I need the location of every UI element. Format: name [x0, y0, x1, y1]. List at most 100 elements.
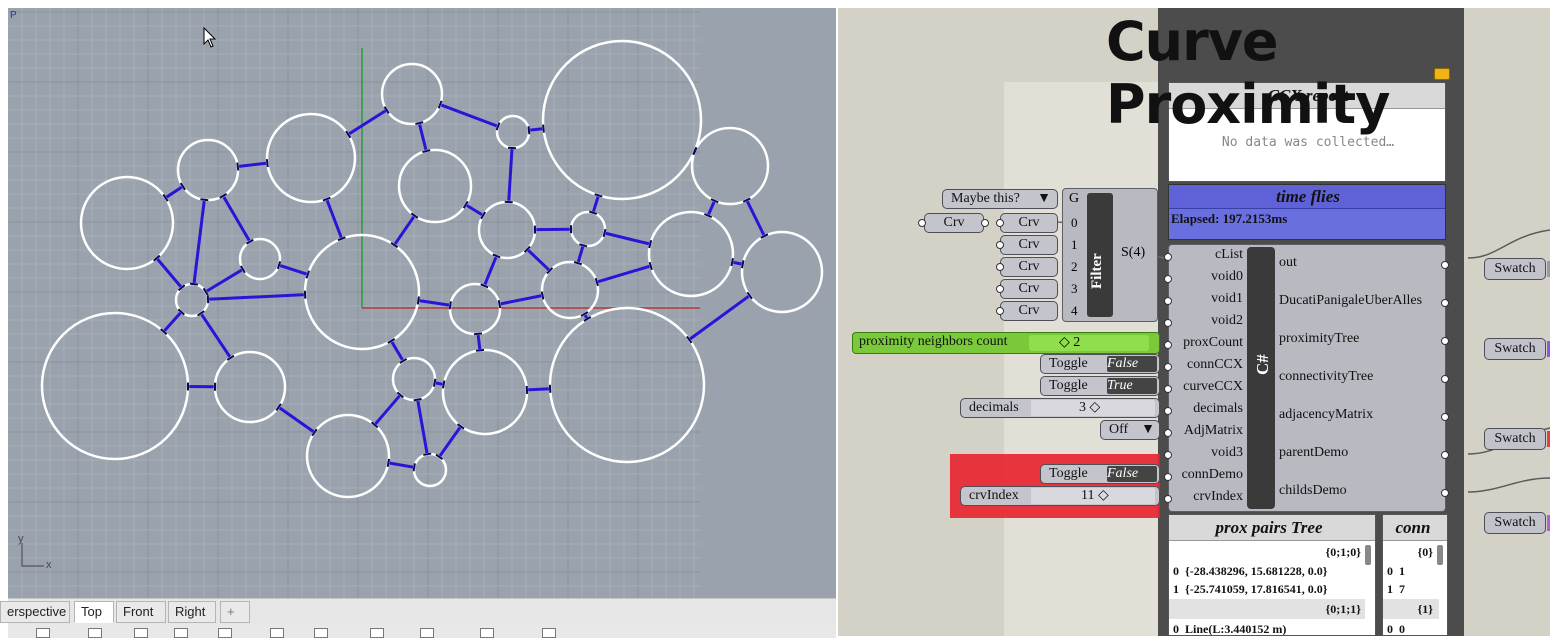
csharp-output-proximityTree[interactable]: proximityTree — [1279, 331, 1359, 347]
csharp-input-grip[interactable] — [1164, 341, 1172, 349]
curve-ccx-toggle[interactable]: Toggle True — [1040, 376, 1160, 396]
prox-pairs-tree-panel[interactable]: prox pairs Tree {0;1;0} 0 {-28.438296, 1… — [1168, 514, 1376, 636]
csharp-output-DucatiPanigaleUberAlles[interactable]: DucatiPanigaleUberAlles — [1279, 293, 1422, 309]
csharp-component[interactable]: C# cList void0 void1 void2 proxCount connCCX c… — [1164, 244, 1449, 512]
csharp-input-AdjMatrix[interactable]: AdjMatrix — [1169, 423, 1243, 439]
csharp-input-grip[interactable] — [1164, 495, 1172, 503]
crv-input-grip[interactable] — [918, 219, 926, 227]
osnap-checkbox[interactable] — [420, 628, 434, 638]
swatch-4[interactable]: Swatch — [1484, 512, 1550, 534]
csharp-input-void0[interactable]: void0 — [1169, 269, 1243, 285]
csharp-input-grip[interactable] — [1164, 363, 1172, 371]
csharp-output-grip[interactable] — [1441, 413, 1449, 421]
csharp-input-crvIndex[interactable]: crvIndex — [1169, 489, 1243, 505]
filter-crv-input[interactable]: Crv — [1000, 235, 1058, 255]
prox-scrollbar[interactable] — [1365, 545, 1371, 565]
csharp-input-grip[interactable] — [1164, 275, 1172, 283]
decimals-slider[interactable]: decimals 3 ◇ — [960, 398, 1160, 418]
osnap-checkbox[interactable] — [36, 628, 50, 638]
curve-circle — [548, 306, 706, 464]
csharp-input-decimals[interactable]: decimals — [1169, 401, 1243, 417]
osnap-checkbox[interactable] — [88, 628, 102, 638]
csharp-input-grip[interactable] — [1164, 407, 1172, 415]
csharp-input-grip[interactable] — [1164, 429, 1172, 437]
prox-slider-knob[interactable]: ◇ 2 — [1059, 334, 1080, 351]
demo-toggle-value[interactable]: False — [1107, 466, 1157, 482]
conn-demo-toggle[interactable]: Toggle False — [1040, 464, 1160, 484]
filter-crv-input[interactable]: Crv — [1000, 257, 1058, 277]
filter-input-grip[interactable] — [996, 219, 1004, 227]
filter-input-grip[interactable] — [996, 307, 1004, 315]
viewport-canvas[interactable]: y x P — [8, 8, 836, 598]
curve-toggle-value[interactable]: True — [1107, 378, 1157, 394]
csharp-output-out[interactable]: out — [1279, 255, 1297, 271]
csharp-output-grip[interactable] — [1441, 489, 1449, 497]
tab-right[interactable]: Right — [168, 601, 216, 623]
crv-param[interactable]: Crv — [924, 213, 984, 233]
filter-input-grip[interactable] — [996, 241, 1004, 249]
csharp-input-proxCount[interactable]: proxCount — [1169, 335, 1243, 351]
swatch-1[interactable]: Swatch — [1484, 258, 1550, 280]
rhino-top-viewport[interactable]: y x P — [8, 8, 836, 598]
decimals-knob[interactable]: 3 ◇ — [1079, 399, 1100, 417]
maybe-this-dropdown[interactable]: Maybe this? ▼ — [942, 189, 1058, 209]
conn-ccx-toggle[interactable]: Toggle False — [1040, 354, 1160, 374]
tab-top[interactable]: Top — [74, 601, 114, 623]
filter-input-grip[interactable] — [996, 263, 1004, 271]
swatch-2[interactable]: Swatch — [1484, 338, 1550, 360]
csharp-input-void3[interactable]: void3 — [1169, 445, 1243, 461]
csharp-input-void1[interactable]: void1 — [1169, 291, 1243, 307]
conn-toggle-value[interactable]: False — [1107, 356, 1157, 372]
osnap-checkbox[interactable] — [370, 628, 384, 638]
filter-crv-input[interactable]: Crv — [1000, 279, 1058, 299]
osnap-checkbox[interactable] — [134, 628, 148, 638]
csharp-input-grip[interactable] — [1164, 451, 1172, 459]
filter-crv-input[interactable]: Crv — [1000, 213, 1058, 233]
tab-front[interactable]: Front — [116, 601, 166, 623]
crv-index-knob[interactable]: 11 ◇ — [1081, 487, 1109, 505]
csharp-input-grip[interactable] — [1164, 319, 1172, 327]
conn-scrollbar[interactable] — [1437, 545, 1443, 565]
csharp-input-cList[interactable]: cList — [1169, 247, 1243, 263]
csharp-output-childsDemo[interactable]: childsDemo — [1279, 483, 1347, 499]
osnap-checkbox[interactable] — [270, 628, 284, 638]
closest-point-tick — [276, 261, 282, 270]
csharp-output-parentDemo[interactable]: parentDemo — [1279, 445, 1348, 461]
csharp-input-connCCX[interactable]: connCCX — [1169, 357, 1243, 373]
proximity-count-slider[interactable]: proximity neighbors count ◇ 2 — [852, 332, 1160, 354]
filter-input-grip[interactable] — [996, 285, 1004, 293]
osnap-checkbox[interactable] — [218, 628, 232, 638]
dropdown-arrow-icon: ▼ — [1037, 191, 1051, 206]
csharp-output-grip[interactable] — [1441, 451, 1449, 459]
osnap-checkbox[interactable] — [542, 628, 556, 638]
csharp-input-grip[interactable] — [1164, 297, 1172, 305]
crv-index-slider[interactable]: crvIndex 11 ◇ — [960, 486, 1160, 506]
filter-crv-input[interactable]: Crv — [1000, 301, 1058, 321]
csharp-input-void2[interactable]: void2 — [1169, 313, 1243, 329]
csharp-output-grip[interactable] — [1441, 337, 1449, 345]
csharp-output-grip[interactable] — [1441, 261, 1449, 269]
csharp-input-curveCCX[interactable]: curveCCX — [1169, 379, 1243, 395]
csharp-input-grip[interactable] — [1164, 385, 1172, 393]
csharp-input-grip[interactable] — [1164, 473, 1172, 481]
osnap-checkbox[interactable] — [480, 628, 494, 638]
adj-matrix-dropdown[interactable]: Off ▼ — [1100, 420, 1160, 440]
crv-output-grip[interactable] — [981, 219, 989, 227]
time-flies-panel[interactable]: time flies Elapsed: 197.2153ms — [1168, 184, 1446, 240]
conn-tree-panel[interactable]: conn {0} 0 1 1 7 {1} 0 0 — [1382, 514, 1448, 636]
add-tab-button[interactable]: + — [220, 601, 250, 623]
tab-perspective[interactable]: erspective — [0, 601, 70, 623]
osnap-checkbox[interactable] — [174, 628, 188, 638]
csharp-input-connDemo[interactable]: connDemo — [1169, 467, 1243, 483]
curve-circle — [541, 39, 703, 201]
filter-component[interactable]: Filter G 0 1 2 3 4 S(4) — [1062, 188, 1158, 322]
csharp-output-adjacencyMatrix[interactable]: adjacencyMatrix — [1279, 407, 1373, 423]
swatch-color — [1547, 341, 1550, 357]
swatch-3[interactable]: Swatch — [1484, 428, 1550, 450]
osnap-checkbox[interactable] — [314, 628, 328, 638]
proximity-line — [162, 310, 183, 333]
csharp-output-grip[interactable] — [1441, 299, 1449, 307]
csharp-output-connectivityTree[interactable]: connectivityTree — [1279, 369, 1373, 385]
csharp-output-grip[interactable] — [1441, 375, 1449, 383]
csharp-input-grip[interactable] — [1164, 253, 1172, 261]
